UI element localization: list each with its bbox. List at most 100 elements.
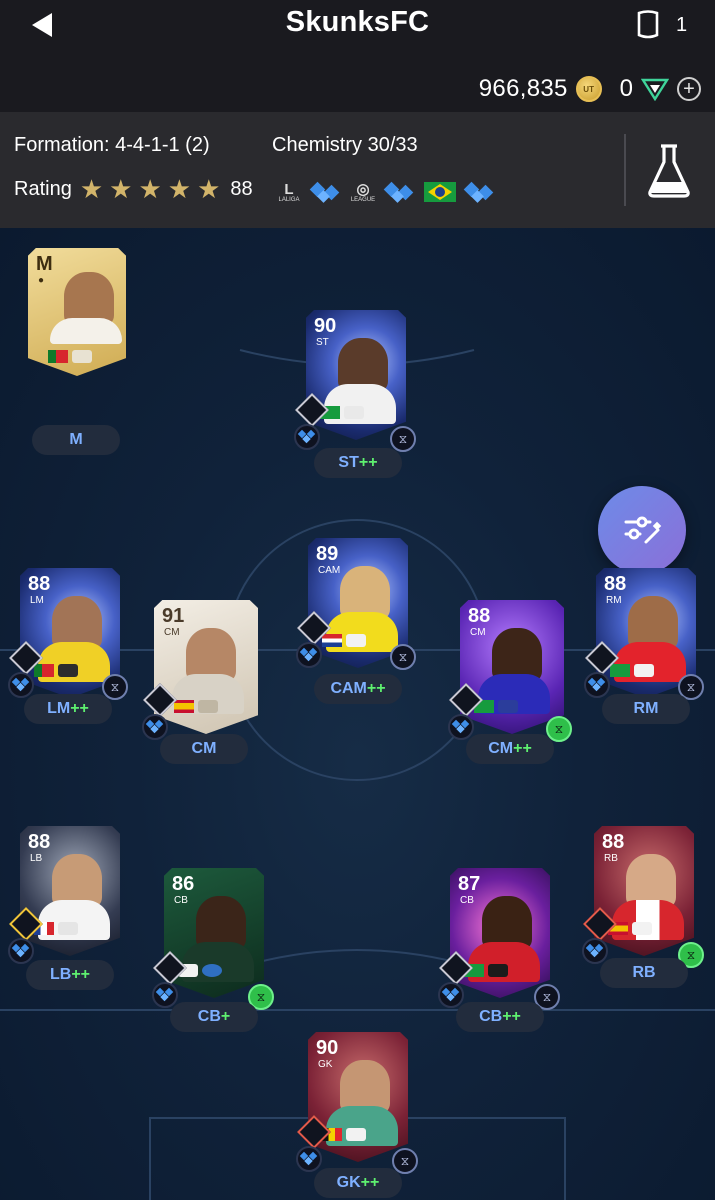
club-badge-icon <box>632 922 652 935</box>
card-position: CB <box>174 895 188 906</box>
card-rating: 88 <box>468 605 491 627</box>
card-badges <box>174 700 218 713</box>
position-plus: ++ <box>513 740 532 757</box>
star-icon: ★ <box>197 174 221 204</box>
position-label: CB <box>197 1008 221 1025</box>
player-card[interactable]: 88 CM <box>460 600 564 734</box>
card-position: CB <box>460 895 474 906</box>
league-badge-icon <box>72 350 92 363</box>
position-label: CM <box>488 740 514 757</box>
player-card[interactable]: 87 CB <box>450 868 550 998</box>
flag-croatia-icon <box>322 634 342 647</box>
flag-brazil-icon <box>610 664 630 677</box>
coin-icon: UT <box>575 76 602 102</box>
star-icon: ★ <box>167 174 192 204</box>
card-rating: 90 <box>314 315 337 337</box>
chemistry-icon <box>438 982 464 1008</box>
card-position: LB <box>30 853 43 864</box>
manager-card[interactable]: M ● <box>28 248 126 376</box>
flag-portugal-icon <box>34 664 54 677</box>
position-label: M <box>69 431 83 448</box>
card-rating: 91 <box>162 605 185 627</box>
card-position: ST <box>316 337 329 348</box>
player-card[interactable]: 90 GK <box>308 1032 408 1162</box>
card-rating: M <box>36 253 53 275</box>
position-tag: CM <box>160 734 248 764</box>
manager-icon: ● <box>38 275 45 286</box>
chemistry-icon <box>296 1146 322 1172</box>
plus-icon[interactable]: + <box>677 77 701 101</box>
position-tag: CB ++ <box>456 1002 544 1032</box>
position-label: LM <box>47 700 71 717</box>
position-plus: ++ <box>360 1174 380 1191</box>
dna-icon: ⧖ <box>390 644 416 670</box>
position-tag: RB <box>600 958 688 988</box>
card-badges <box>34 664 78 677</box>
top-bar: SkunksFC 1 966,835 UT 0 + <box>0 0 715 112</box>
club-badge-icon <box>634 664 654 677</box>
player-card[interactable]: 88 LB <box>20 826 120 956</box>
position-plus: ++ <box>71 966 90 983</box>
divider <box>624 134 626 206</box>
position-plus: ++ <box>366 680 386 697</box>
league-name: LEAGUE <box>350 196 376 203</box>
card-position: RM <box>606 595 622 606</box>
league-logo-laliga: L LALIGA <box>276 178 302 206</box>
card-badges <box>610 664 654 677</box>
chemistry-link-icon <box>462 179 498 205</box>
league-logo-saudi: ◎ LEAGUE <box>350 178 376 206</box>
star-icon: ★ <box>79 174 104 204</box>
card-position: CM <box>470 627 486 638</box>
position-tag: RM <box>602 694 690 724</box>
card-position: GK <box>318 1059 333 1070</box>
player-card[interactable]: 90 ST <box>306 310 406 440</box>
chemistry-icon <box>8 938 34 964</box>
dna-icon: ⧖ <box>390 426 416 452</box>
position-tag: CAM ++ <box>314 674 402 704</box>
squad-counter[interactable]: 1 <box>634 9 687 41</box>
chemistry-link-icon <box>382 179 418 205</box>
chemistry-label: Chemistry 30/33 <box>272 134 418 156</box>
player-card[interactable]: 86 CB <box>164 868 264 998</box>
card-rating: 88 <box>604 573 627 595</box>
card-position: RB <box>604 853 618 864</box>
currency-bar: 966,835 UT 0 + <box>479 72 701 106</box>
sliders-wand-icon <box>624 516 662 544</box>
formation-label[interactable]: Formation: 4-4-1-1 (2) <box>14 134 210 157</box>
chemistry-icon <box>294 424 320 450</box>
flag-brazil-icon <box>424 182 456 202</box>
position-tag: LM ++ <box>24 694 112 724</box>
star-icon: ★ <box>138 174 162 204</box>
card-rating: 90 <box>316 1037 339 1059</box>
position-label: LB <box>49 966 72 983</box>
chemistry-icon <box>296 642 322 668</box>
player-card[interactable]: 91 CM <box>154 600 258 734</box>
chemistry-icon <box>8 672 34 698</box>
position-label: RM <box>633 700 659 717</box>
rating-value: 88 <box>230 177 253 200</box>
club-title: SkunksFC <box>285 6 430 38</box>
flask-icon[interactable] <box>642 140 696 200</box>
points-balance: 0 <box>619 75 633 102</box>
icon-badge-icon <box>198 700 218 713</box>
chemistry-icon <box>142 714 168 740</box>
flag-portugal-icon <box>48 350 68 363</box>
position-tag: CB + <box>170 1002 258 1032</box>
club-badge-icon <box>498 700 518 713</box>
edit-lineup-button[interactable] <box>598 486 686 574</box>
card-position: CM <box>164 627 180 638</box>
flag-spain-icon <box>174 700 194 713</box>
position-plus: ++ <box>502 1008 521 1025</box>
card-rating: 88 <box>28 573 51 595</box>
club-badge-icon <box>346 1128 366 1141</box>
club-badge-icon <box>58 664 78 677</box>
position-tag: GK ++ <box>314 1168 402 1198</box>
card-position: LM <box>30 595 44 606</box>
squad-count: 1 <box>676 13 688 36</box>
card-rating: 86 <box>172 873 195 895</box>
player-shirt <box>50 318 122 344</box>
club-badge-icon <box>346 634 366 647</box>
player-card[interactable]: 88 RB <box>594 826 694 956</box>
squad-card-icon <box>637 10 659 39</box>
chemistry-icon <box>152 982 178 1008</box>
